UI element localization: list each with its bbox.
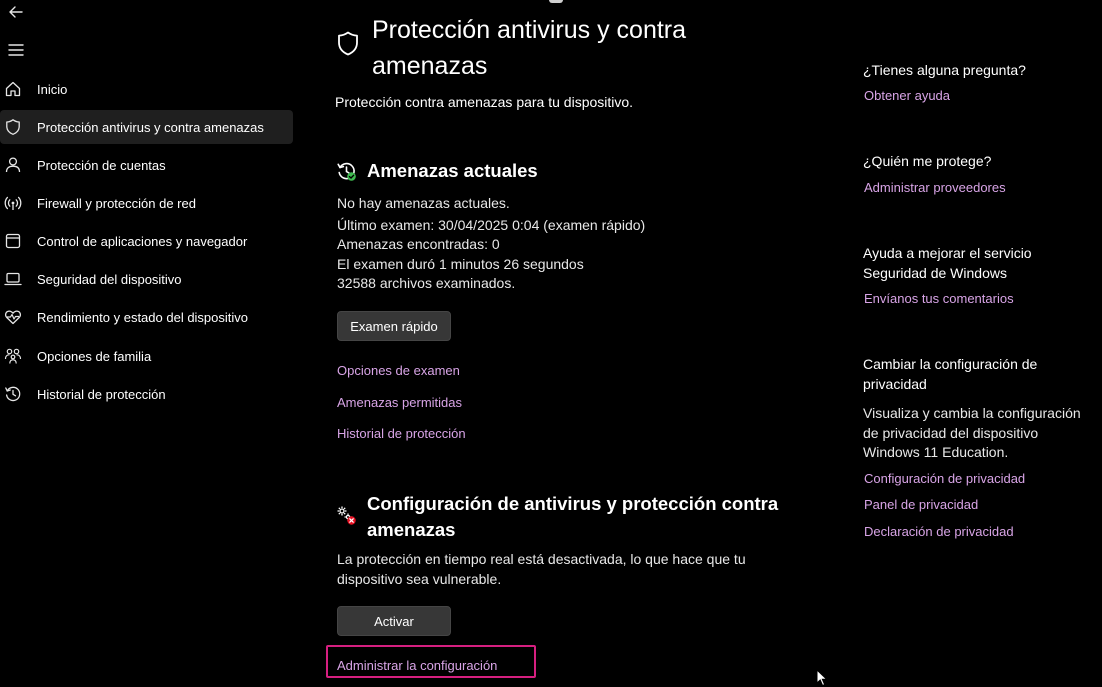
sidebar-item-inicio[interactable]: Inicio [0, 72, 293, 106]
files-scanned-text: 32588 archivos examinados. [337, 275, 516, 291]
settings-warning-icon [337, 506, 356, 525]
person-icon [5, 157, 21, 173]
scan-history-icon [337, 162, 356, 181]
sidebar-item-label: Opciones de familia [37, 348, 152, 364]
history-icon [5, 386, 21, 402]
threat-status-text: No hay amenazas actuales. [337, 195, 510, 211]
quick-scan-button[interactable]: Examen rápido [337, 311, 451, 341]
sidebar-item-label: Rendimiento y estado del dispositivo [37, 309, 249, 325]
privacy-settings-heading: Cambiar la configuración de privacidad [863, 356, 1038, 392]
sidebar-item-cuentas[interactable]: Protección de cuentas [0, 148, 293, 182]
hamburger-menu-icon[interactable] [6, 40, 26, 60]
shield-icon [6, 119, 20, 135]
privacy-description: Visualiza y cambia la configuración de p… [863, 405, 1081, 460]
back-arrow-icon[interactable] [6, 2, 26, 22]
realtime-protection-warning: La protección en tiempo real está desact… [337, 551, 746, 587]
get-help-link[interactable]: Obtener ayuda [864, 88, 950, 103]
sidebar-item-firewall[interactable]: Firewall y protección de red [0, 186, 293, 220]
sidebar-item-label: Control de aplicaciones y navegador [37, 233, 248, 249]
sidebar-item-historial[interactable]: Historial de protección [0, 377, 293, 411]
privacy-dashboard-link[interactable]: Panel de privacidad [864, 497, 978, 512]
manage-providers-link[interactable]: Administrar proveedores [864, 180, 1006, 195]
protection-history-link[interactable]: Historial de protección [337, 426, 466, 441]
sidebar-item-label: Firewall y protección de red [37, 195, 196, 211]
sidebar-item-aplicaciones[interactable]: Control de aplicaciones y navegador [0, 224, 293, 258]
allowed-threats-link[interactable]: Amenazas permitidas [337, 395, 462, 410]
app-window-icon [5, 233, 21, 249]
shield-icon [338, 31, 358, 56]
improve-service-heading: Ayuda a mejorar el servicio Seguridad de… [863, 245, 1032, 281]
page-title: Protección antivirus y contra amenazas [372, 16, 687, 80]
scan-options-link[interactable]: Opciones de examen [337, 363, 460, 378]
help-heading: ¿Tienes alguna pregunta? [863, 62, 1026, 78]
sidebar-item-label: Inicio [37, 81, 68, 97]
page-subtitle: Protección contra amenazas para tu dispo… [335, 94, 634, 110]
current-threats-heading: Amenazas actuales [367, 160, 538, 181]
sidebar-item-label: Historial de protección [37, 386, 166, 402]
threats-found-text: Amenazas encontradas: 0 [337, 236, 500, 252]
privacy-settings-link[interactable]: Configuración de privacidad [864, 471, 1025, 486]
home-icon [5, 81, 21, 97]
sidebar-item-antivirus[interactable]: Protección antivirus y contra amenazas [0, 110, 293, 144]
sidebar-item-familia[interactable]: Opciones de familia [0, 339, 293, 373]
sidebar-item-seguridad-dispositivo[interactable]: Seguridad del dispositivo [0, 262, 293, 296]
annotation-highlight-box [326, 645, 536, 678]
who-protects-heading: ¿Quién me protege? [863, 153, 992, 169]
wifi-antenna-icon [4, 196, 22, 210]
privacy-statement-link[interactable]: Declaración de privacidad [864, 524, 1014, 539]
sidebar-item-rendimiento[interactable]: Rendimiento y estado del dispositivo [0, 300, 293, 334]
laptop-icon [4, 272, 22, 286]
sidebar-item-label: Seguridad del dispositivo [37, 271, 182, 287]
family-icon [4, 348, 22, 364]
clipped-element [549, 0, 563, 3]
sidebar-item-label: Protección antivirus y contra amenazas [37, 119, 264, 135]
sidebar-item-label: Protección de cuentas [37, 157, 166, 173]
mouse-cursor-icon [816, 669, 828, 687]
send-feedback-link[interactable]: Envíanos tus comentarios [864, 291, 1014, 306]
scan-duration-text: El examen duró 1 minutos 26 segundos [337, 256, 584, 272]
activate-button[interactable]: Activar [337, 606, 451, 636]
last-scan-text: Último examen: 30/04/2025 0:04 (examen r… [337, 217, 646, 233]
heart-pulse-icon [4, 310, 22, 325]
antivirus-settings-heading: Configuración de antivirus y protección … [367, 493, 779, 540]
